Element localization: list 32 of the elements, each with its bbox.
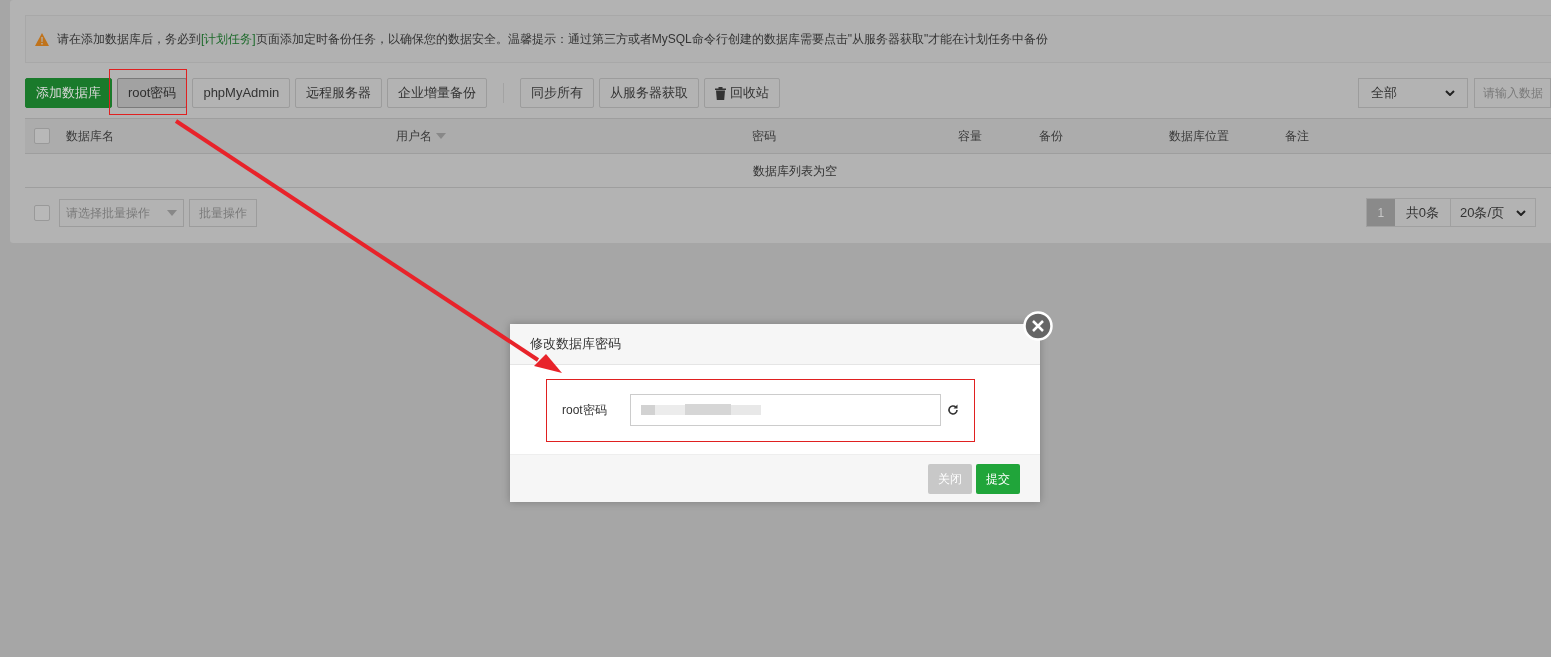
refresh-icon[interactable]: [947, 403, 959, 416]
trash-icon: [715, 86, 727, 100]
field-label: root密码: [562, 401, 608, 419]
warning-icon: [35, 32, 49, 46]
column-header: 用户名: [396, 128, 432, 145]
sort-caret-icon[interactable]: [436, 133, 446, 139]
dialog-button[interactable]: 提交: [976, 463, 1020, 494]
password-field[interactable]: [630, 393, 941, 426]
toolbar-button[interactable]: 同步所有: [520, 78, 595, 108]
column-header: 密码: [752, 128, 776, 145]
toolbar-button[interactable]: 远程服务器: [295, 78, 383, 108]
scheduled-task-link[interactable]: [计划任务]: [201, 32, 256, 46]
caret-down-icon: [167, 209, 177, 216]
column-header: 备注: [1285, 128, 1309, 145]
toolbar-button[interactable]: root密码: [117, 78, 188, 108]
notice-text: 请在添加数据库后，务必到[计划任务]页面添加定时备份任务，以确保您的数据安全。温馨提示：通过第三方或者MySQL命令行创建的数据库需要点击"从服务器获取"才能在计划任务中备份: [57, 31, 1049, 48]
dialog-title: 修改数据库密码: [530, 335, 621, 354]
toolbar-button[interactable]: phpMyAdmin: [192, 78, 291, 108]
close-icon[interactable]: [1023, 311, 1053, 341]
toolbar-button[interactable]: 回收站: [704, 78, 781, 108]
column-header: 数据库名: [66, 128, 114, 145]
chevron-down-icon: [1445, 90, 1455, 96]
toolbar-button[interactable]: 企业增量备份: [387, 78, 488, 108]
toolbar-button[interactable]: 从服务器获取: [599, 78, 700, 108]
empty-table-text: 数据库列表为空: [753, 162, 837, 180]
filter-select[interactable]: 全部: [1358, 78, 1468, 108]
toolbar-button[interactable]: 添加数据库: [25, 78, 112, 108]
checkbox[interactable]: [34, 128, 50, 144]
checkbox[interactable]: [34, 204, 50, 221]
column-header: 数据库位置: [1169, 128, 1229, 145]
column-header: 容量: [958, 128, 982, 145]
column-header: 备份: [1039, 128, 1063, 145]
